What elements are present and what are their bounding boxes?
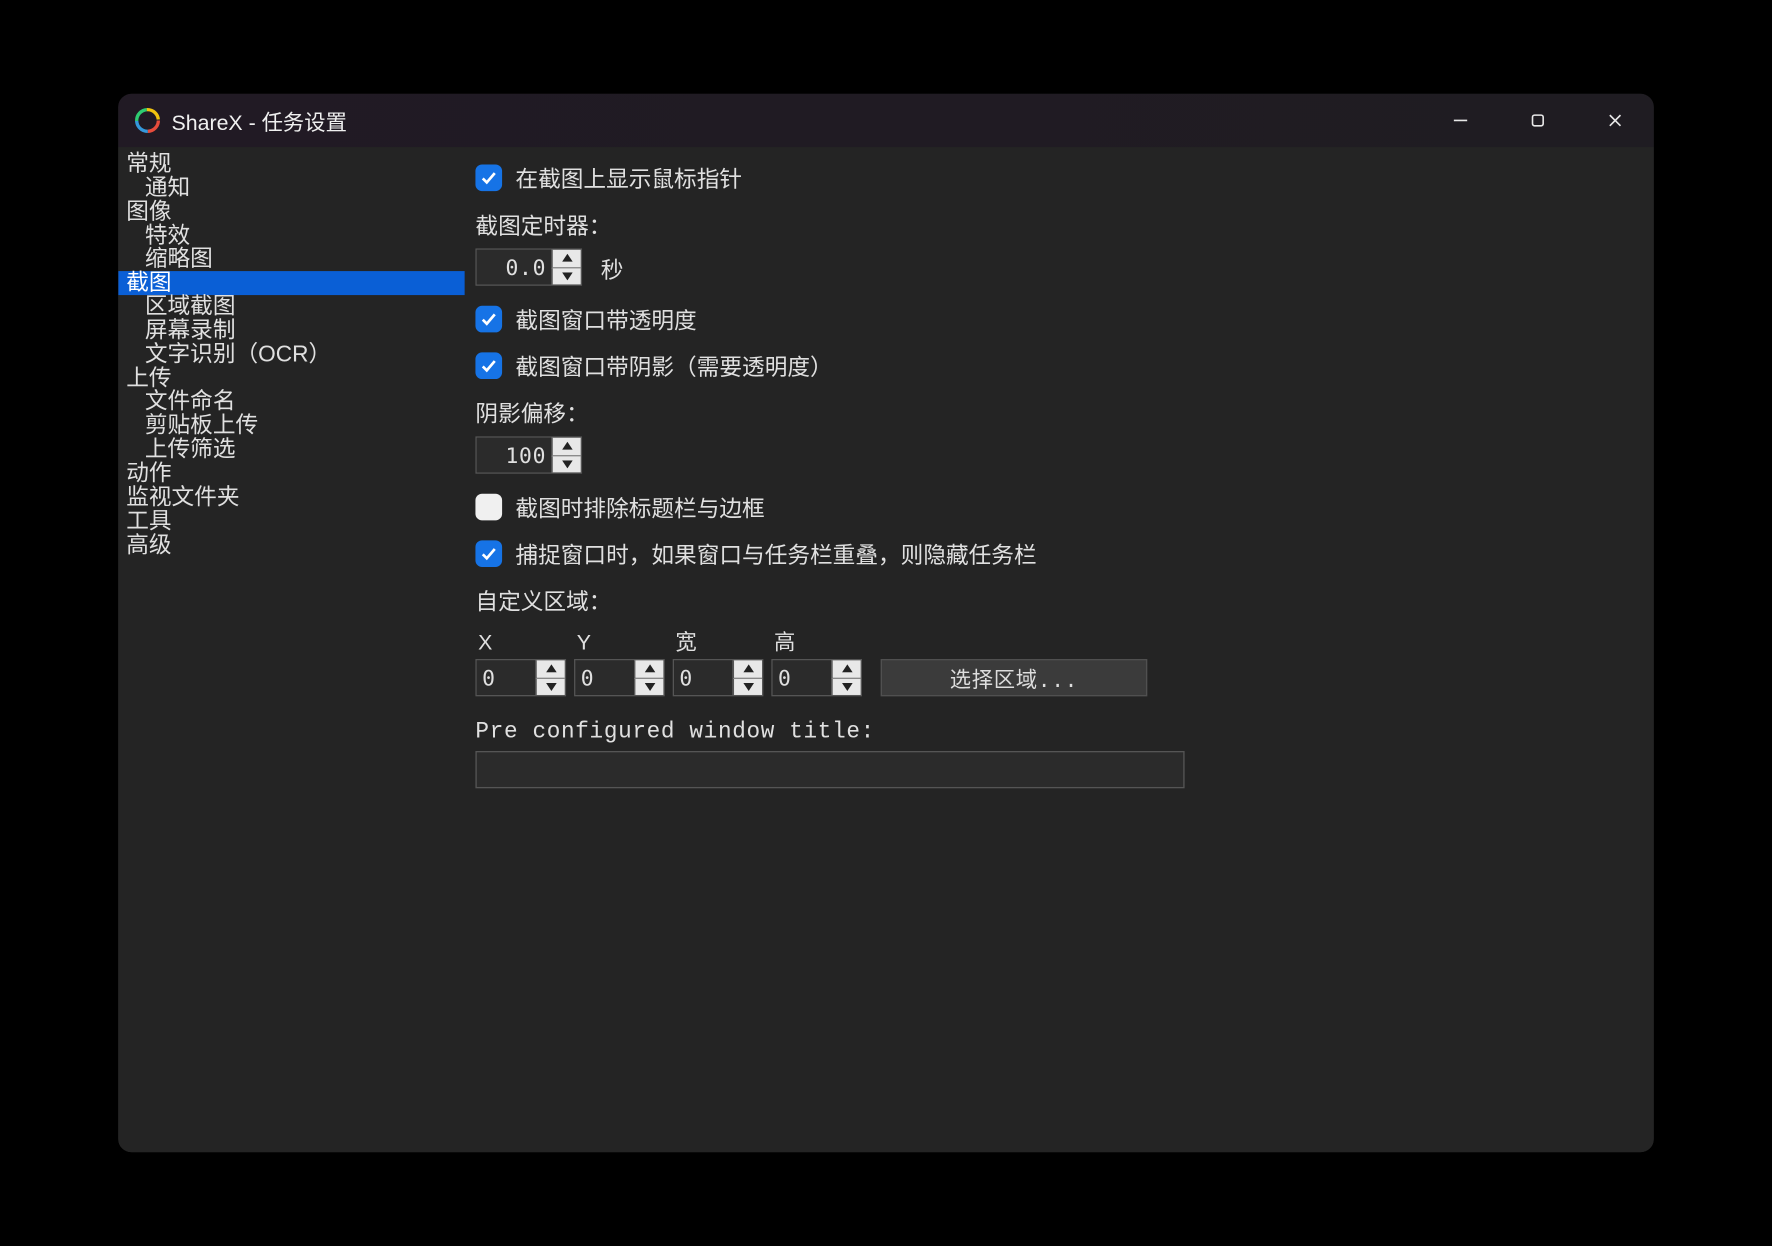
coord-w-value[interactable]: [674, 660, 733, 695]
spinner-down-icon[interactable]: [831, 678, 860, 695]
sidebar-item-capture[interactable]: 截图: [118, 271, 465, 295]
coord-w-spinner[interactable]: [673, 659, 764, 696]
shadow-offset-spinner[interactable]: [475, 436, 582, 473]
sidebar-item-general[interactable]: 常规: [118, 152, 465, 176]
sidebar-item-notifications[interactable]: 通知: [118, 176, 465, 200]
spinner-down-icon[interactable]: [634, 678, 663, 695]
sidebar-item-actions[interactable]: 动作: [118, 462, 465, 486]
close-button[interactable]: [1576, 94, 1653, 147]
sidebar-item-region-capture[interactable]: 区域截图: [118, 295, 465, 319]
sidebar-item-upload-filter[interactable]: 上传筛选: [118, 438, 465, 462]
sidebar-item-clipboard-upload[interactable]: 剪贴板上传: [118, 414, 465, 438]
coord-h-spinner[interactable]: [771, 659, 862, 696]
timer-value[interactable]: [477, 250, 552, 285]
coord-x-spinner[interactable]: [475, 659, 566, 696]
shadow-offset-value[interactable]: [477, 438, 552, 473]
coord-y-value[interactable]: [575, 660, 634, 695]
sidebar-item-tools[interactable]: 工具: [118, 509, 465, 533]
spinner-up-icon[interactable]: [551, 250, 580, 268]
sidebar-item-advanced[interactable]: 高级: [118, 533, 465, 557]
sidebar-item-image[interactable]: 图像: [118, 200, 465, 224]
hide-taskbar-checkbox[interactable]: [475, 540, 502, 567]
spinner-up-icon[interactable]: [535, 660, 564, 678]
coord-y-label: Y: [574, 632, 665, 656]
spinner-down-icon[interactable]: [535, 678, 564, 695]
coord-h-value[interactable]: [773, 660, 832, 695]
spinner-up-icon[interactable]: [551, 438, 580, 456]
settings-sidebar: 常规 通知 图像 特效 缩略图 截图 区域截图 屏幕录制 文字识别（OCR） 上…: [118, 147, 465, 1152]
show-cursor-checkbox[interactable]: [475, 164, 502, 191]
coord-x-label: X: [475, 632, 566, 656]
sharex-logo-icon: [134, 107, 161, 134]
timer-unit: 秒: [601, 250, 624, 283]
sharex-task-settings-window: ShareX - 任务设置 常规 通知 图像 特效 缩略图 截图 区域截图 屏幕…: [118, 94, 1654, 1152]
transparency-checkbox[interactable]: [475, 305, 502, 332]
show-cursor-label: 在截图上显示鼠标指针: [515, 160, 742, 193]
exclude-titlebar-label: 截图时排除标题栏与边框: [515, 490, 764, 523]
sidebar-item-screen-recorder[interactable]: 屏幕录制: [118, 319, 465, 343]
hide-taskbar-label: 捕捉窗口时，如果窗口与任务栏重叠，则隐藏任务栏: [515, 536, 1036, 569]
minimize-button[interactable]: [1422, 94, 1499, 147]
spinner-down-icon[interactable]: [733, 678, 762, 695]
spinner-up-icon[interactable]: [733, 660, 762, 678]
exclude-titlebar-checkbox[interactable]: [475, 493, 502, 520]
coord-h-label: 高: [771, 624, 862, 656]
timer-label: 截图定时器：: [475, 207, 1616, 240]
maximize-button[interactable]: [1499, 94, 1576, 147]
shadow-label: 截图窗口带阴影（需要透明度）: [515, 348, 832, 381]
select-region-button[interactable]: 选择区域...: [881, 659, 1148, 696]
sidebar-item-file-naming[interactable]: 文件命名: [118, 390, 465, 414]
spinner-down-icon[interactable]: [551, 268, 580, 285]
titlebar[interactable]: ShareX - 任务设置: [118, 94, 1654, 147]
spinner-down-icon[interactable]: [551, 456, 580, 473]
transparency-label: 截图窗口带透明度: [515, 302, 696, 335]
settings-content: 在截图上显示鼠标指针 截图定时器： 秒 截图窗口带透明度: [465, 147, 1654, 1152]
spinner-up-icon[interactable]: [634, 660, 663, 678]
shadow-checkbox[interactable]: [475, 352, 502, 379]
window-title: ShareX - 任务设置: [172, 104, 1422, 136]
timer-spinner[interactable]: [475, 248, 582, 285]
sidebar-item-upload[interactable]: 上传: [118, 367, 465, 391]
coord-y-spinner[interactable]: [574, 659, 665, 696]
shadow-offset-label: 阴影偏移：: [475, 395, 1616, 428]
spinner-up-icon[interactable]: [831, 660, 860, 678]
preconfig-title-input[interactable]: [475, 751, 1184, 788]
sidebar-item-thumbnail[interactable]: 缩略图: [118, 248, 465, 272]
preconfig-title-label: Pre configured window title:: [475, 720, 1616, 745]
sidebar-item-effects[interactable]: 特效: [118, 224, 465, 248]
sidebar-item-ocr[interactable]: 文字识别（OCR）: [118, 343, 465, 367]
sidebar-item-watch-folder[interactable]: 监视文件夹: [118, 485, 465, 509]
window-controls: [1422, 94, 1654, 147]
coord-x-value[interactable]: [477, 660, 536, 695]
coord-w-label: 宽: [673, 624, 764, 656]
custom-region-label: 自定义区域：: [475, 583, 1616, 616]
